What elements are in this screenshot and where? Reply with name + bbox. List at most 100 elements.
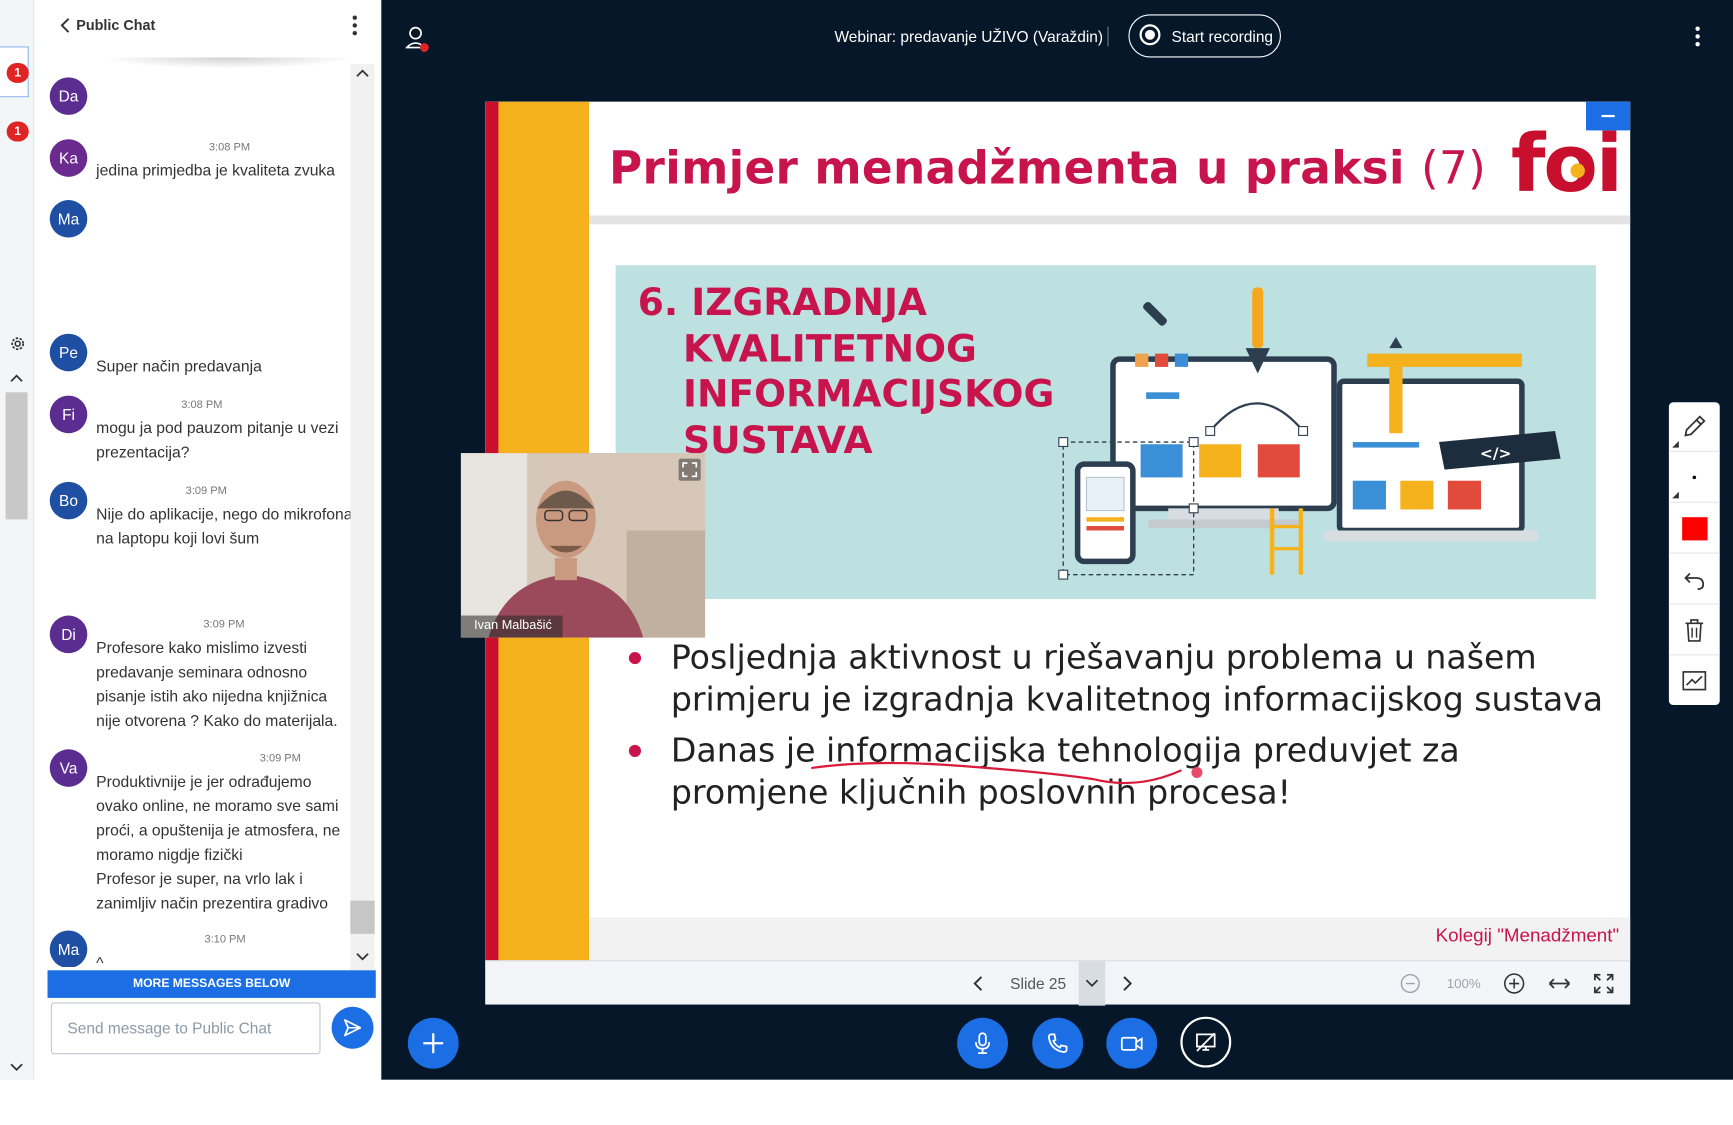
main-area: Webinar: predavanje UŽIVO (Varaždin) Sta… bbox=[381, 0, 1733, 1080]
slide-footer: Kolegij "Menadžment" bbox=[1435, 924, 1620, 946]
undo-button[interactable] bbox=[1668, 555, 1720, 605]
avatar: Di bbox=[49, 615, 88, 654]
zoom-out-icon[interactable] bbox=[1400, 973, 1420, 994]
chat-header: Public Chat bbox=[34, 0, 381, 53]
plus-icon bbox=[423, 1033, 444, 1054]
message-time: 3:09 PM bbox=[259, 752, 301, 765]
public-chat-panel: Public Chat Da Ka 3:08 PM jedina primjed… bbox=[34, 0, 382, 1080]
multi-user-whiteboard-button[interactable] bbox=[1669, 656, 1720, 706]
avatar: Fi bbox=[49, 395, 88, 434]
thickness-dot-icon bbox=[1692, 475, 1697, 480]
undo-icon bbox=[1684, 572, 1705, 590]
scroll-down-icon[interactable] bbox=[356, 953, 369, 962]
unread-badge: 1 bbox=[6, 121, 29, 142]
slide-number-label: Slide 25 bbox=[1010, 974, 1067, 993]
chevron-left-icon[interactable] bbox=[56, 15, 74, 35]
avatar: Va bbox=[49, 749, 88, 787]
annotation-underline bbox=[811, 761, 1203, 785]
message-time: 3:10 PM bbox=[204, 933, 246, 946]
more-options-icon[interactable] bbox=[348, 13, 361, 37]
record-icon bbox=[1139, 24, 1161, 46]
message-text: Produktivnije je jer odrađujemo ovako on… bbox=[96, 773, 341, 865]
zoom-level: 100% bbox=[1446, 975, 1481, 992]
microphone-icon bbox=[975, 1032, 991, 1055]
phone-icon bbox=[1047, 1033, 1068, 1053]
zoom-in-icon[interactable] bbox=[1503, 972, 1525, 994]
message-text: Profesor je super, na vrlo lak i zanimlj… bbox=[96, 870, 328, 913]
avatar: Pe bbox=[49, 333, 88, 372]
meeting-title: Webinar: predavanje UŽIVO (Varaždin) bbox=[834, 27, 1104, 46]
pencil-tool[interactable] bbox=[1668, 402, 1720, 452]
message-text: Nije do aplikacije, nego do mikrofona na… bbox=[96, 506, 353, 549]
trash-icon bbox=[1685, 619, 1704, 642]
message-text: Super način predavanja bbox=[96, 358, 262, 376]
chat-scrollbar[interactable] bbox=[350, 64, 375, 971]
left-strip: 1 1 bbox=[0, 0, 35, 1080]
unread-badge: 1 bbox=[6, 62, 29, 83]
start-recording-button[interactable]: Start recording bbox=[1128, 14, 1281, 58]
screen-share-off-icon bbox=[1196, 1032, 1216, 1052]
webcam-feed bbox=[460, 453, 706, 638]
whiteboard-icon bbox=[1682, 671, 1707, 691]
bullet-item: Posljednja aktivnost u rješavanju proble… bbox=[624, 638, 1619, 722]
avatar: Ka bbox=[49, 139, 88, 177]
scroll-up-icon[interactable] bbox=[356, 69, 369, 78]
divider bbox=[589, 215, 1631, 225]
slide-title: Primjer menadžmenta u praksi (7) bbox=[608, 141, 1487, 195]
color-swatch bbox=[1682, 517, 1708, 541]
whiteboard-toolbar bbox=[1668, 402, 1720, 706]
sidebar-scrollbar[interactable] bbox=[4, 370, 28, 1077]
chat-title[interactable]: Public Chat bbox=[76, 17, 155, 34]
avatar: Ma bbox=[49, 930, 88, 967]
message-time: 3:08 PM bbox=[181, 398, 223, 412]
svg-text:</>: </> bbox=[1480, 445, 1512, 463]
slide-banner: 6. IZGRADNJA KVALITETNOG INFORMACIJSKOG … bbox=[615, 265, 1596, 599]
message-time: 3:09 PM bbox=[203, 618, 245, 632]
message-time: 3:08 PM bbox=[208, 141, 251, 154]
chevron-down-icon bbox=[1085, 979, 1099, 988]
pencil-icon bbox=[1684, 415, 1706, 437]
webcam-video[interactable]: Ivan Malbašić bbox=[460, 453, 706, 638]
more-options-icon[interactable] bbox=[1692, 24, 1703, 48]
message-text: Profesore kako mislimo izvesti predavanj… bbox=[96, 639, 338, 731]
gear-icon[interactable] bbox=[9, 335, 27, 353]
fullscreen-icon[interactable] bbox=[1593, 973, 1614, 994]
avatar: Bo bbox=[49, 481, 88, 520]
scroll-up-icon[interactable] bbox=[9, 372, 24, 383]
user-status-icon[interactable] bbox=[405, 24, 430, 53]
avatar: Ma bbox=[49, 200, 88, 238]
microphone-button[interactable] bbox=[957, 1017, 1008, 1069]
presentation-controls: Slide 25 100% bbox=[485, 960, 1631, 1006]
expand-icon bbox=[682, 462, 698, 478]
message-text: ^ bbox=[96, 954, 104, 967]
fit-to-width-icon[interactable] bbox=[1547, 976, 1571, 991]
message-list: Da Ka 3:08 PM jedina primjedba je kvalit… bbox=[34, 66, 352, 967]
thickness-tool[interactable] bbox=[1668, 453, 1720, 503]
avatar: Da bbox=[49, 77, 88, 115]
audio-phone-button[interactable] bbox=[1032, 1017, 1084, 1069]
banner-heading: 6. IZGRADNJA KVALITETNOG INFORMACIJSKOG … bbox=[637, 280, 1055, 463]
video-camera-button[interactable] bbox=[1106, 1017, 1158, 1069]
expand-video-button[interactable] bbox=[678, 458, 701, 481]
next-slide-icon[interactable] bbox=[1121, 975, 1134, 993]
previous-slide-icon[interactable] bbox=[971, 975, 984, 993]
foi-logo: foi bbox=[1510, 117, 1623, 210]
screen-share-button[interactable] bbox=[1180, 1016, 1232, 1068]
web-development-illustration: </> bbox=[1058, 287, 1561, 580]
webcam-username: Ivan Malbašić bbox=[460, 615, 563, 638]
scroll-down-icon[interactable] bbox=[9, 1062, 24, 1073]
more-messages-below-button[interactable]: MORE MESSAGES BELOW bbox=[47, 970, 376, 998]
logo-dot bbox=[1570, 163, 1585, 178]
chat-message-input[interactable]: Send message to Public Chat bbox=[50, 1002, 321, 1055]
slide-select-dropdown[interactable] bbox=[1078, 961, 1106, 1006]
divider bbox=[1107, 26, 1109, 47]
actions-plus-button[interactable] bbox=[407, 1017, 459, 1069]
color-tool[interactable] bbox=[1668, 504, 1720, 554]
clear-all-button[interactable] bbox=[1668, 606, 1720, 656]
message-time: 3:09 PM bbox=[185, 485, 227, 498]
message-text: jedina primjedba je kvaliteta zvuka bbox=[96, 162, 335, 181]
send-message-button[interactable] bbox=[331, 1006, 374, 1049]
message-text: mogu ja pod pauzom pitanje u vezi prezen… bbox=[96, 419, 339, 462]
record-label: Start recording bbox=[1171, 27, 1274, 46]
minimize-presentation-button[interactable] bbox=[1586, 101, 1631, 131]
